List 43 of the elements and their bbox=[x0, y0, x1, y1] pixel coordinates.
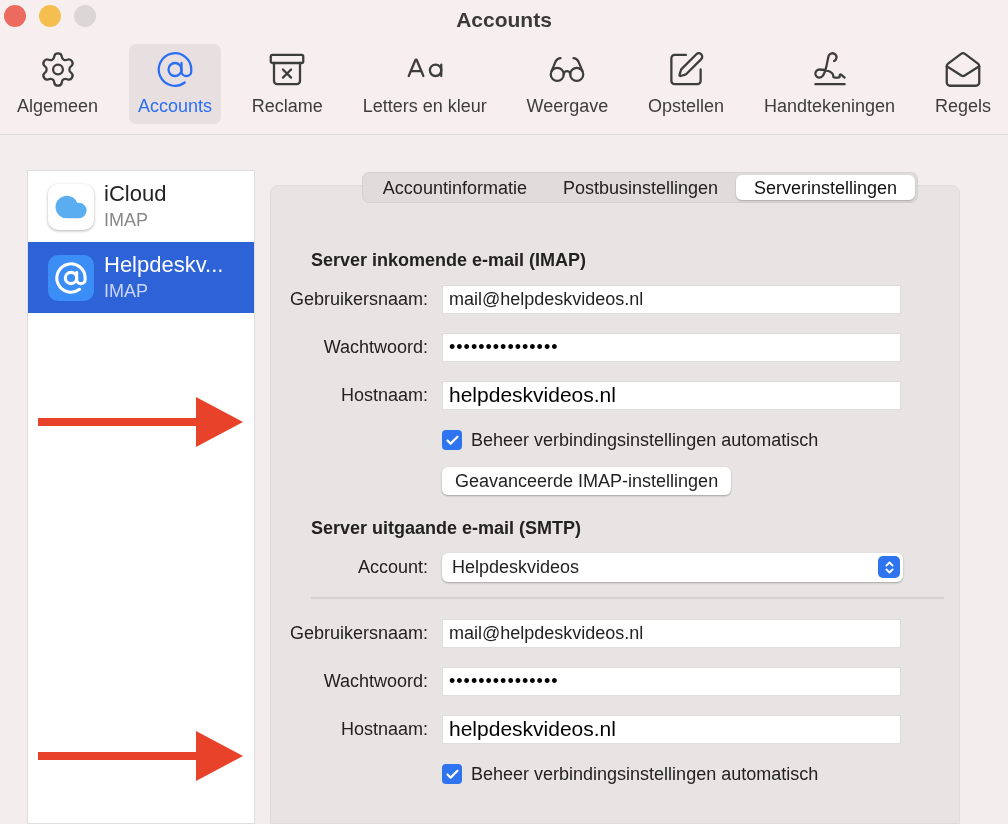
account-type: IMAP bbox=[104, 279, 149, 303]
text-field[interactable]: helpdeskvideos.nl bbox=[442, 714, 901, 744]
tab[interactable]: Serverinstellingen bbox=[736, 175, 916, 200]
advanced-settings-button[interactable]: Geavanceerde IMAP-instellingen bbox=[442, 467, 732, 495]
password-field[interactable]: ••••••••••••••• bbox=[442, 666, 901, 696]
text-field[interactable]: mail@helpdeskvideos.nl bbox=[442, 284, 901, 314]
toolbar-tab[interactable]: Opstellen bbox=[639, 43, 734, 124]
field-label: Hostnaam: bbox=[339, 717, 429, 741]
field-label: Gebruikersnaam: bbox=[288, 621, 429, 645]
close-window-control[interactable] bbox=[4, 5, 26, 27]
cloud-icon bbox=[48, 183, 94, 230]
account-dropdown[interactable]: Helpdeskvideos bbox=[442, 552, 903, 582]
toolbar-tab[interactable]: Handtekeningen bbox=[754, 43, 905, 124]
checkbox-label: Beheer verbindingsinstellingen automatisch bbox=[471, 428, 819, 452]
at-sign-icon bbox=[48, 254, 94, 301]
tab[interactable]: Accountinformatie bbox=[364, 175, 545, 200]
account-type: IMAP bbox=[104, 208, 149, 232]
text-field[interactable]: mail@helpdeskvideos.nl bbox=[442, 618, 901, 648]
field-label: Hostnaam: bbox=[339, 383, 429, 407]
field-label: Gebruikersnaam: bbox=[288, 287, 429, 311]
field-label: Wachtwoord: bbox=[322, 335, 429, 359]
checkbox[interactable] bbox=[442, 430, 462, 450]
field-label: Account: bbox=[356, 555, 429, 579]
text-field[interactable]: helpdeskvideos.nl bbox=[442, 380, 901, 410]
account-name: Helpdeskv... bbox=[104, 251, 224, 278]
window-title: Accounts bbox=[456, 7, 552, 33]
password-field[interactable]: ••••••••••••••• bbox=[442, 332, 901, 362]
toolbar-tab[interactable]: Accounts bbox=[128, 43, 221, 124]
toolbar-tab[interactable]: Weergave bbox=[517, 43, 618, 124]
section-heading: Server uitgaande e-mail (SMTP) bbox=[310, 517, 583, 537]
section-heading: Server inkomende e-mail (IMAP) bbox=[311, 249, 588, 269]
toolbar-tab[interactable]: Regels bbox=[925, 43, 1000, 124]
toolbar-tab[interactable]: Reclame bbox=[242, 43, 332, 124]
checkbox[interactable] bbox=[442, 764, 462, 784]
toolbar-tab[interactable]: Algemeen bbox=[8, 43, 108, 124]
tab[interactable]: Postbusinstellingen bbox=[544, 175, 737, 200]
account-item[interactable]: Helpdeskv... IMAP bbox=[28, 242, 254, 313]
checkbox-label: Beheer verbindingsinstellingen automatisch bbox=[471, 762, 819, 786]
account-name: iCloud bbox=[104, 180, 167, 207]
field-label: Wachtwoord: bbox=[322, 669, 429, 693]
minimize-window-control[interactable] bbox=[39, 5, 61, 27]
toolbar-tab[interactable]: Letters en kleur bbox=[353, 43, 496, 124]
stepper-icon bbox=[878, 556, 900, 578]
